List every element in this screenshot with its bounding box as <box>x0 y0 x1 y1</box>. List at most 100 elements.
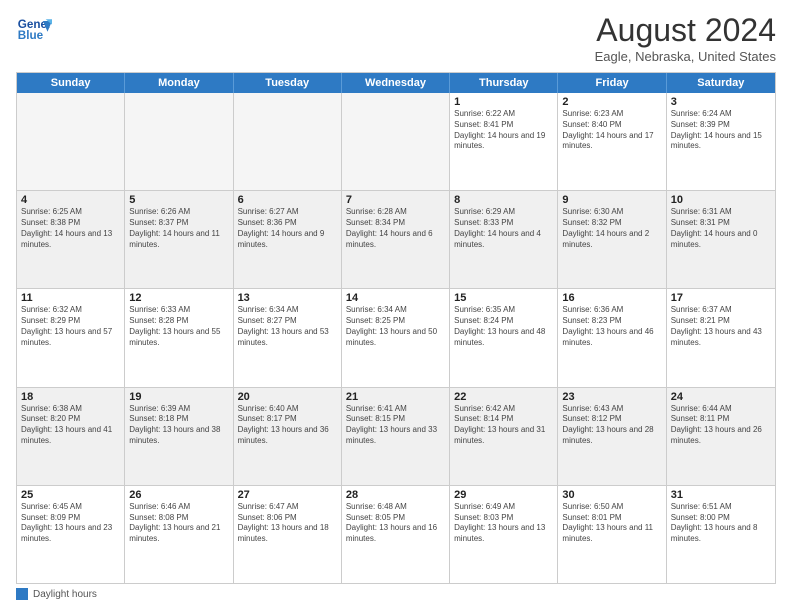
day-number: 25 <box>21 489 120 501</box>
day-number: 14 <box>346 292 445 304</box>
day-info: Sunrise: 6:28 AM Sunset: 8:34 PM Dayligh… <box>346 207 445 250</box>
day-info: Sunrise: 6:43 AM Sunset: 8:12 PM Dayligh… <box>562 404 661 447</box>
day-info: Sunrise: 6:30 AM Sunset: 8:32 PM Dayligh… <box>562 207 661 250</box>
title-area: August 2024 Eagle, Nebraska, United Stat… <box>595 12 776 64</box>
header-wednesday: Wednesday <box>342 73 450 93</box>
header-saturday: Saturday <box>667 73 775 93</box>
calendar-cell <box>342 93 450 190</box>
day-info: Sunrise: 6:27 AM Sunset: 8:36 PM Dayligh… <box>238 207 337 250</box>
header-monday: Monday <box>125 73 233 93</box>
calendar-cell: 26Sunrise: 6:46 AM Sunset: 8:08 PM Dayli… <box>125 486 233 583</box>
day-number: 19 <box>129 391 228 403</box>
day-info: Sunrise: 6:47 AM Sunset: 8:06 PM Dayligh… <box>238 502 337 545</box>
calendar-cell: 13Sunrise: 6:34 AM Sunset: 8:27 PM Dayli… <box>234 289 342 386</box>
calendar: Sunday Monday Tuesday Wednesday Thursday… <box>16 72 776 584</box>
calendar-cell: 22Sunrise: 6:42 AM Sunset: 8:14 PM Dayli… <box>450 388 558 485</box>
calendar-cell: 27Sunrise: 6:47 AM Sunset: 8:06 PM Dayli… <box>234 486 342 583</box>
calendar-cell: 11Sunrise: 6:32 AM Sunset: 8:29 PM Dayli… <box>17 289 125 386</box>
calendar-cell <box>234 93 342 190</box>
day-info: Sunrise: 6:37 AM Sunset: 8:21 PM Dayligh… <box>671 305 771 348</box>
calendar-week-1: 1Sunrise: 6:22 AM Sunset: 8:41 PM Daylig… <box>17 93 775 191</box>
header-friday: Friday <box>558 73 666 93</box>
calendar-cell: 5Sunrise: 6:26 AM Sunset: 8:37 PM Daylig… <box>125 191 233 288</box>
day-info: Sunrise: 6:24 AM Sunset: 8:39 PM Dayligh… <box>671 109 771 152</box>
calendar-cell: 7Sunrise: 6:28 AM Sunset: 8:34 PM Daylig… <box>342 191 450 288</box>
calendar-cell: 4Sunrise: 6:25 AM Sunset: 8:38 PM Daylig… <box>17 191 125 288</box>
logo-icon: General Blue <box>16 12 52 48</box>
day-info: Sunrise: 6:49 AM Sunset: 8:03 PM Dayligh… <box>454 502 553 545</box>
day-number: 29 <box>454 489 553 501</box>
day-info: Sunrise: 6:32 AM Sunset: 8:29 PM Dayligh… <box>21 305 120 348</box>
calendar-cell: 3Sunrise: 6:24 AM Sunset: 8:39 PM Daylig… <box>667 93 775 190</box>
day-number: 8 <box>454 194 553 206</box>
day-number: 28 <box>346 489 445 501</box>
day-number: 7 <box>346 194 445 206</box>
day-info: Sunrise: 6:23 AM Sunset: 8:40 PM Dayligh… <box>562 109 661 152</box>
calendar-cell: 23Sunrise: 6:43 AM Sunset: 8:12 PM Dayli… <box>558 388 666 485</box>
calendar-cell: 14Sunrise: 6:34 AM Sunset: 8:25 PM Dayli… <box>342 289 450 386</box>
calendar-cell: 6Sunrise: 6:27 AM Sunset: 8:36 PM Daylig… <box>234 191 342 288</box>
day-number: 24 <box>671 391 771 403</box>
day-info: Sunrise: 6:51 AM Sunset: 8:00 PM Dayligh… <box>671 502 771 545</box>
day-number: 27 <box>238 489 337 501</box>
day-number: 1 <box>454 96 553 108</box>
svg-text:Blue: Blue <box>18 29 44 42</box>
day-info: Sunrise: 6:46 AM Sunset: 8:08 PM Dayligh… <box>129 502 228 545</box>
day-info: Sunrise: 6:34 AM Sunset: 8:27 PM Dayligh… <box>238 305 337 348</box>
month-title: August 2024 <box>595 12 776 49</box>
calendar-cell: 21Sunrise: 6:41 AM Sunset: 8:15 PM Dayli… <box>342 388 450 485</box>
day-info: Sunrise: 6:39 AM Sunset: 8:18 PM Dayligh… <box>129 404 228 447</box>
calendar-body: 1Sunrise: 6:22 AM Sunset: 8:41 PM Daylig… <box>17 93 775 583</box>
day-info: Sunrise: 6:26 AM Sunset: 8:37 PM Dayligh… <box>129 207 228 250</box>
day-number: 30 <box>562 489 661 501</box>
day-number: 2 <box>562 96 661 108</box>
calendar-cell: 1Sunrise: 6:22 AM Sunset: 8:41 PM Daylig… <box>450 93 558 190</box>
day-info: Sunrise: 6:45 AM Sunset: 8:09 PM Dayligh… <box>21 502 120 545</box>
calendar-cell: 28Sunrise: 6:48 AM Sunset: 8:05 PM Dayli… <box>342 486 450 583</box>
calendar-cell: 8Sunrise: 6:29 AM Sunset: 8:33 PM Daylig… <box>450 191 558 288</box>
day-number: 5 <box>129 194 228 206</box>
day-number: 15 <box>454 292 553 304</box>
day-info: Sunrise: 6:29 AM Sunset: 8:33 PM Dayligh… <box>454 207 553 250</box>
calendar-cell: 30Sunrise: 6:50 AM Sunset: 8:01 PM Dayli… <box>558 486 666 583</box>
calendar-header: Sunday Monday Tuesday Wednesday Thursday… <box>17 73 775 93</box>
day-number: 4 <box>21 194 120 206</box>
calendar-cell: 2Sunrise: 6:23 AM Sunset: 8:40 PM Daylig… <box>558 93 666 190</box>
day-info: Sunrise: 6:33 AM Sunset: 8:28 PM Dayligh… <box>129 305 228 348</box>
day-info: Sunrise: 6:40 AM Sunset: 8:17 PM Dayligh… <box>238 404 337 447</box>
calendar-cell: 18Sunrise: 6:38 AM Sunset: 8:20 PM Dayli… <box>17 388 125 485</box>
legend-label: Daylight hours <box>33 589 97 600</box>
calendar-week-4: 18Sunrise: 6:38 AM Sunset: 8:20 PM Dayli… <box>17 388 775 486</box>
calendar-cell: 25Sunrise: 6:45 AM Sunset: 8:09 PM Dayli… <box>17 486 125 583</box>
footer: Daylight hours <box>16 588 776 600</box>
day-info: Sunrise: 6:35 AM Sunset: 8:24 PM Dayligh… <box>454 305 553 348</box>
calendar-cell: 10Sunrise: 6:31 AM Sunset: 8:31 PM Dayli… <box>667 191 775 288</box>
header: General Blue General Blue August 2024 Ea… <box>16 12 776 64</box>
day-number: 9 <box>562 194 661 206</box>
day-info: Sunrise: 6:34 AM Sunset: 8:25 PM Dayligh… <box>346 305 445 348</box>
calendar-cell: 9Sunrise: 6:30 AM Sunset: 8:32 PM Daylig… <box>558 191 666 288</box>
day-number: 13 <box>238 292 337 304</box>
calendar-cell: 20Sunrise: 6:40 AM Sunset: 8:17 PM Dayli… <box>234 388 342 485</box>
day-info: Sunrise: 6:44 AM Sunset: 8:11 PM Dayligh… <box>671 404 771 447</box>
day-number: 18 <box>21 391 120 403</box>
day-number: 20 <box>238 391 337 403</box>
calendar-cell: 29Sunrise: 6:49 AM Sunset: 8:03 PM Dayli… <box>450 486 558 583</box>
location: Eagle, Nebraska, United States <box>595 49 776 64</box>
day-number: 10 <box>671 194 771 206</box>
header-tuesday: Tuesday <box>234 73 342 93</box>
day-number: 22 <box>454 391 553 403</box>
day-info: Sunrise: 6:41 AM Sunset: 8:15 PM Dayligh… <box>346 404 445 447</box>
page: General Blue General Blue August 2024 Ea… <box>0 0 792 612</box>
day-number: 6 <box>238 194 337 206</box>
header-thursday: Thursday <box>450 73 558 93</box>
calendar-week-5: 25Sunrise: 6:45 AM Sunset: 8:09 PM Dayli… <box>17 486 775 583</box>
day-number: 11 <box>21 292 120 304</box>
day-info: Sunrise: 6:22 AM Sunset: 8:41 PM Dayligh… <box>454 109 553 152</box>
calendar-cell: 17Sunrise: 6:37 AM Sunset: 8:21 PM Dayli… <box>667 289 775 386</box>
day-info: Sunrise: 6:36 AM Sunset: 8:23 PM Dayligh… <box>562 305 661 348</box>
day-info: Sunrise: 6:25 AM Sunset: 8:38 PM Dayligh… <box>21 207 120 250</box>
day-number: 21 <box>346 391 445 403</box>
day-number: 16 <box>562 292 661 304</box>
day-info: Sunrise: 6:48 AM Sunset: 8:05 PM Dayligh… <box>346 502 445 545</box>
